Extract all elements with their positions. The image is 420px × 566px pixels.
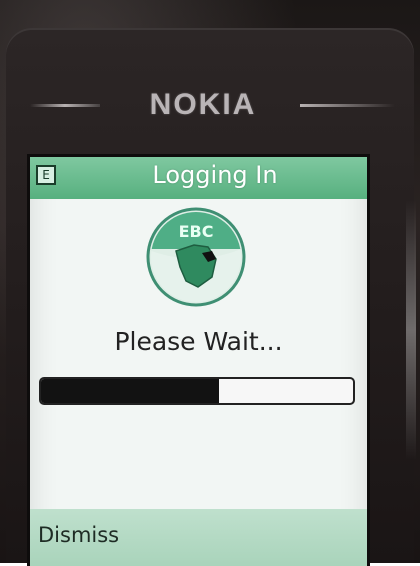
bezel-line-right: [300, 104, 395, 107]
screen-glare: [406, 200, 416, 460]
screen-title: Logging In: [152, 161, 278, 189]
progress-bar: [39, 377, 355, 405]
dismiss-softkey[interactable]: Dismiss: [38, 523, 119, 547]
ebc-logo-icon: EBC: [146, 207, 246, 307]
softkey-bar: Dismiss: [30, 509, 367, 566]
logo-text: EBC: [179, 222, 214, 241]
status-text: Please Wait...: [114, 327, 283, 356]
progress-fill: [41, 379, 219, 403]
title-bar: E Logging In: [30, 157, 367, 199]
bezel-line-left: [30, 104, 100, 107]
brand-logo: NOKIA: [149, 88, 257, 121]
phone-screen: E Logging In EBC Please Wait... Dismiss: [30, 157, 367, 566]
app-e-icon: E: [36, 165, 56, 185]
